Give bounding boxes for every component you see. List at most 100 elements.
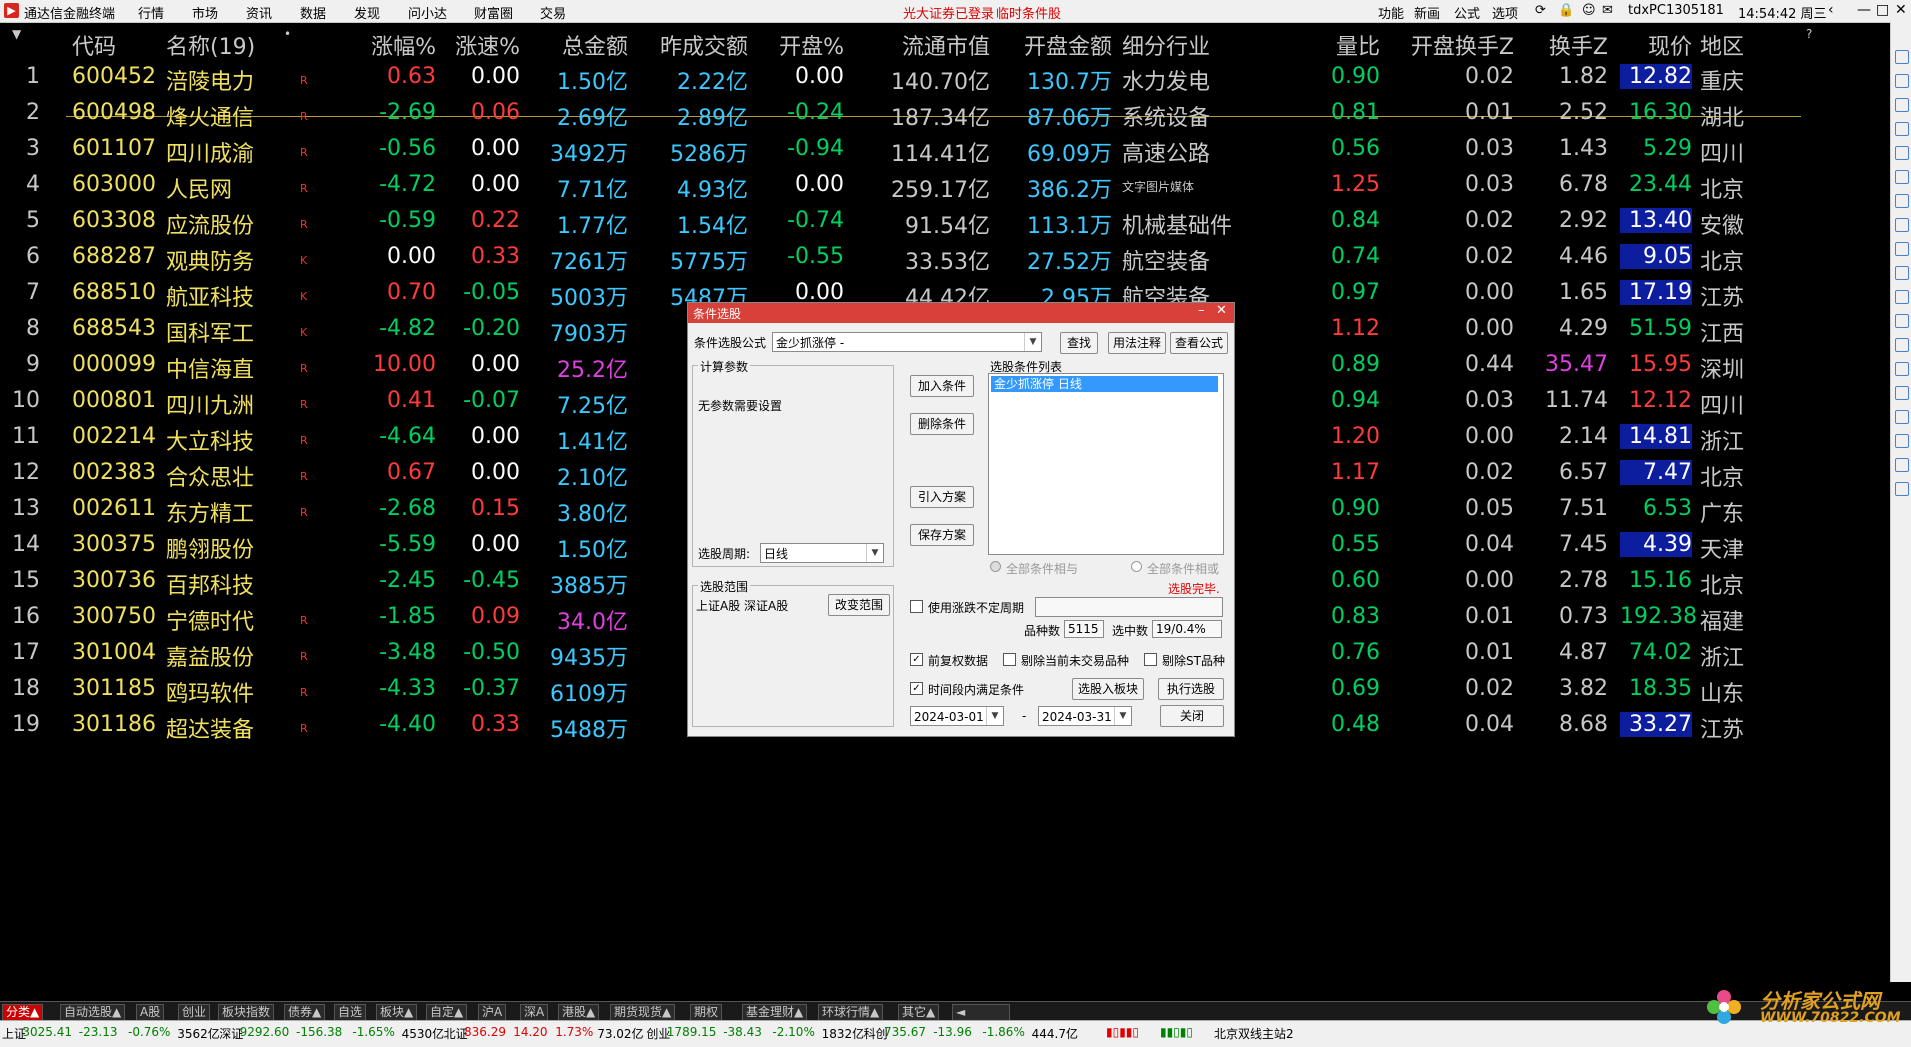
toolbar-settings-icon[interactable]	[1895, 314, 1909, 328]
col-header-open-turnover[interactable]: 开盘换手Z	[1380, 29, 1514, 61]
tab-13[interactable]: 期权	[690, 1004, 723, 1021]
toolbar-table-icon[interactable]	[1895, 146, 1909, 160]
menu-item-faxian[interactable]: 发现	[354, 3, 380, 22]
toolbar-bar-icon[interactable]	[1895, 194, 1909, 208]
col-header-code[interactable]: 代码	[72, 29, 162, 61]
tab-3[interactable]: 创业	[178, 1004, 211, 1021]
tab-2[interactable]: A股	[136, 1004, 165, 1021]
lock-icon[interactable]: 🔒	[1558, 3, 1574, 18]
col-header-open-pct[interactable]: 开盘%	[748, 29, 844, 61]
period-input[interactable]	[1035, 597, 1223, 617]
chevron-down-icon[interactable]: ▼	[1114, 707, 1131, 725]
chevron-down-icon[interactable]: ▼	[986, 707, 1003, 725]
delete-condition-button[interactable]: 删除条件	[910, 413, 974, 435]
toolbar-kline-icon[interactable]	[1895, 122, 1909, 136]
menu-item-wenxiaoda[interactable]: 问小达	[408, 3, 447, 22]
close-icon[interactable]: ✕	[1895, 2, 1907, 18]
message-icon[interactable]: ✉	[1602, 3, 1613, 18]
use-period-checkbox[interactable]	[910, 600, 923, 613]
menu-item-gongshi[interactable]: 公式	[1454, 3, 1480, 22]
tab-12[interactable]: 期货现货▲	[610, 1004, 676, 1021]
col-header-change-pct[interactable]: 涨幅%	[350, 29, 436, 61]
dialog-minimize-icon[interactable]: –	[1198, 303, 1205, 318]
toolbar-monitor-icon[interactable]	[1895, 434, 1909, 448]
menu-item-caifuquan[interactable]: 财富圈	[474, 3, 513, 22]
toolbar-chart-icon[interactable]	[1895, 50, 1909, 64]
dialog-close-icon[interactable]: ✕	[1216, 303, 1227, 318]
tab-4[interactable]: 板块指数	[218, 1004, 275, 1021]
cond-list-item[interactable]: 金少抓涨停 日线	[991, 376, 1218, 392]
chevron-down-icon[interactable]: ▼	[866, 544, 883, 562]
date-to-input[interactable]: 2024-03-31 ▼	[1038, 706, 1132, 726]
radio-and[interactable]	[990, 561, 1001, 572]
view-formula-button[interactable]: 查看公式	[1170, 332, 1228, 354]
tab-scroll-left-icon[interactable]: ◄	[952, 1004, 1010, 1021]
sort-arrow-icon[interactable]: ▼	[12, 27, 21, 41]
find-button[interactable]: 查找	[1060, 332, 1098, 354]
prefq-checkbox[interactable]: ✓	[910, 653, 923, 666]
tab-5[interactable]: 债券▲	[284, 1004, 326, 1021]
dialog-titlebar[interactable]: 条件选股 – ✕	[688, 303, 1234, 323]
col-header-name[interactable]: 名称(19)	[166, 29, 286, 61]
column-more-icon[interactable]: ?	[1806, 27, 1812, 41]
col-header-open-amount[interactable]: 开盘金额	[990, 29, 1112, 61]
menu-item-xinhua[interactable]: 新画	[1414, 3, 1440, 22]
col-header-region[interactable]: 地区	[1700, 29, 1760, 61]
chevron-down-icon[interactable]: ▼	[1024, 333, 1041, 351]
period-select[interactable]: 日线 ▼	[760, 543, 884, 563]
tab-9[interactable]: 沪A	[478, 1004, 507, 1021]
toolbar-search-icon[interactable]	[1895, 170, 1909, 184]
tab-14[interactable]: 基金理财▲	[742, 1004, 808, 1021]
toolbar-arrow-icon[interactable]	[1895, 362, 1909, 376]
toolbar-folder-icon[interactable]	[1895, 242, 1909, 256]
tab-7[interactable]: 板块▲	[376, 1004, 418, 1021]
save-plan-button[interactable]: 保存方案	[910, 524, 974, 546]
toolbar-print-icon[interactable]	[1895, 482, 1909, 496]
remove-st-checkbox[interactable]	[1144, 653, 1157, 666]
toolbar-star-icon[interactable]	[1895, 266, 1909, 280]
refresh-icon[interactable]: ⟳	[1535, 3, 1546, 18]
tab-15[interactable]: 环球行情▲	[818, 1004, 884, 1021]
menu-item-jiaoyi[interactable]: 交易	[540, 3, 566, 22]
tab-0[interactable]: 分类▲	[2, 1004, 44, 1021]
user-icon[interactable]: ☺	[1582, 3, 1596, 18]
tab-10[interactable]: 深A	[520, 1004, 549, 1021]
usage-button[interactable]: 用法注释	[1108, 332, 1166, 354]
col-header-price[interactable]: 现价	[1608, 29, 1692, 61]
date-from-input[interactable]: 2024-03-01 ▼	[910, 706, 1004, 726]
minimize-icon[interactable]: —	[1857, 2, 1871, 18]
menu-item-shuju[interactable]: 数据	[300, 3, 326, 22]
col-header-turnover[interactable]: 换手Z	[1514, 29, 1608, 61]
col-header-prev-amount[interactable]: 昨成交额	[628, 29, 748, 61]
toolbar-grid-icon[interactable]	[1895, 74, 1909, 88]
toolbar-window-icon[interactable]	[1895, 410, 1909, 424]
tab-1[interactable]: 自动选股▲	[60, 1004, 126, 1021]
menu-item-hangqing[interactable]: 行情	[138, 3, 164, 22]
toolbar-doc-icon[interactable]	[1895, 218, 1909, 232]
tab-11[interactable]: 港股▲	[558, 1004, 600, 1021]
add-condition-button[interactable]: 加入条件	[910, 375, 974, 397]
formula-select[interactable]: 金少抓涨停 - ▼	[772, 332, 1042, 352]
toolbar-edit-icon[interactable]	[1895, 458, 1909, 472]
col-header-float-mcap[interactable]: 流通市值	[844, 29, 990, 61]
col-header-total-amount[interactable]: 总金额	[520, 29, 628, 61]
to-block-button[interactable]: 选股入板块	[1072, 678, 1144, 700]
tab-6[interactable]: 自选	[334, 1004, 367, 1021]
toolbar-list-icon[interactable]	[1895, 98, 1909, 112]
tab-8[interactable]: 自定▲	[426, 1004, 468, 1021]
menu-item-gongneng[interactable]: 功能	[1378, 3, 1404, 22]
col-header-speed-pct[interactable]: 涨速%	[436, 29, 520, 61]
toolbar-link-icon[interactable]	[1895, 386, 1909, 400]
radio-or[interactable]	[1131, 561, 1142, 572]
change-scope-button[interactable]: 改变范围	[828, 594, 890, 616]
maximize-icon[interactable]: □	[1876, 2, 1889, 18]
col-header-volume-ratio[interactable]: 量比	[1290, 29, 1380, 61]
back-icon[interactable]: ‹	[1828, 2, 1834, 18]
import-plan-button[interactable]: 引入方案	[910, 486, 974, 508]
close-button[interactable]: 关闭	[1160, 705, 1224, 727]
execute-button[interactable]: 执行选股	[1158, 678, 1224, 700]
menu-item-shichang[interactable]: 市场	[192, 3, 218, 22]
cond-list[interactable]: 金少抓涨停 日线	[988, 373, 1224, 555]
menu-item-zixun[interactable]: 资讯	[246, 3, 272, 22]
tab-16[interactable]: 其它▲	[898, 1004, 940, 1021]
